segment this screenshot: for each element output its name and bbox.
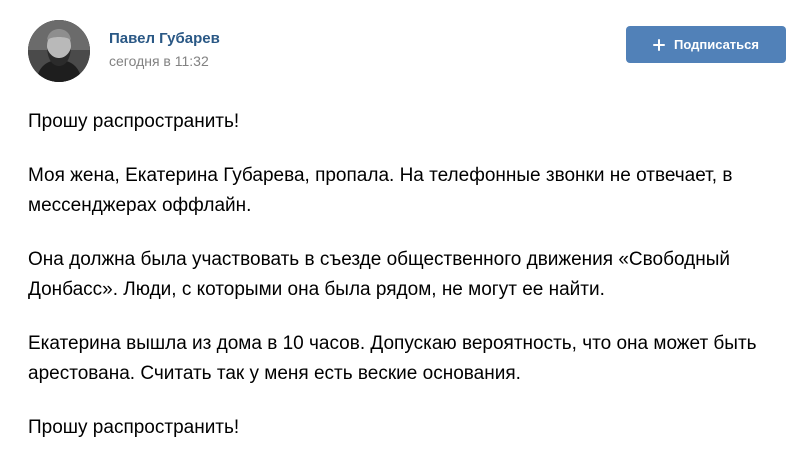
subscribe-button[interactable]: Подписаться bbox=[626, 26, 786, 63]
author-name[interactable]: Павел Губарев bbox=[109, 30, 220, 47]
plus-icon bbox=[652, 38, 665, 51]
post-paragraph: Екатерина вышла из дома в 10 часов. Допу… bbox=[28, 333, 757, 384]
post-body: Прошу распространить! Моя жена, Екатерин… bbox=[28, 107, 788, 467]
post-paragraph: Прошу распространить! bbox=[28, 417, 240, 438]
avatar-photo bbox=[28, 20, 90, 82]
post-paragraph: Моя жена, Екатерина Губарева, пропала. Н… bbox=[28, 165, 733, 216]
post-paragraph: Прошу распространить! bbox=[28, 111, 240, 132]
post-paragraph: Она должна была участвовать в съезде общ… bbox=[28, 249, 730, 300]
avatar[interactable] bbox=[28, 20, 90, 82]
subscribe-label: Подписаться bbox=[673, 37, 759, 52]
post-header: Павел Губарев сегодня в 11:32 Подписатьс… bbox=[0, 0, 812, 100]
post-timestamp[interactable]: сегодня в 11:32 bbox=[109, 53, 209, 69]
